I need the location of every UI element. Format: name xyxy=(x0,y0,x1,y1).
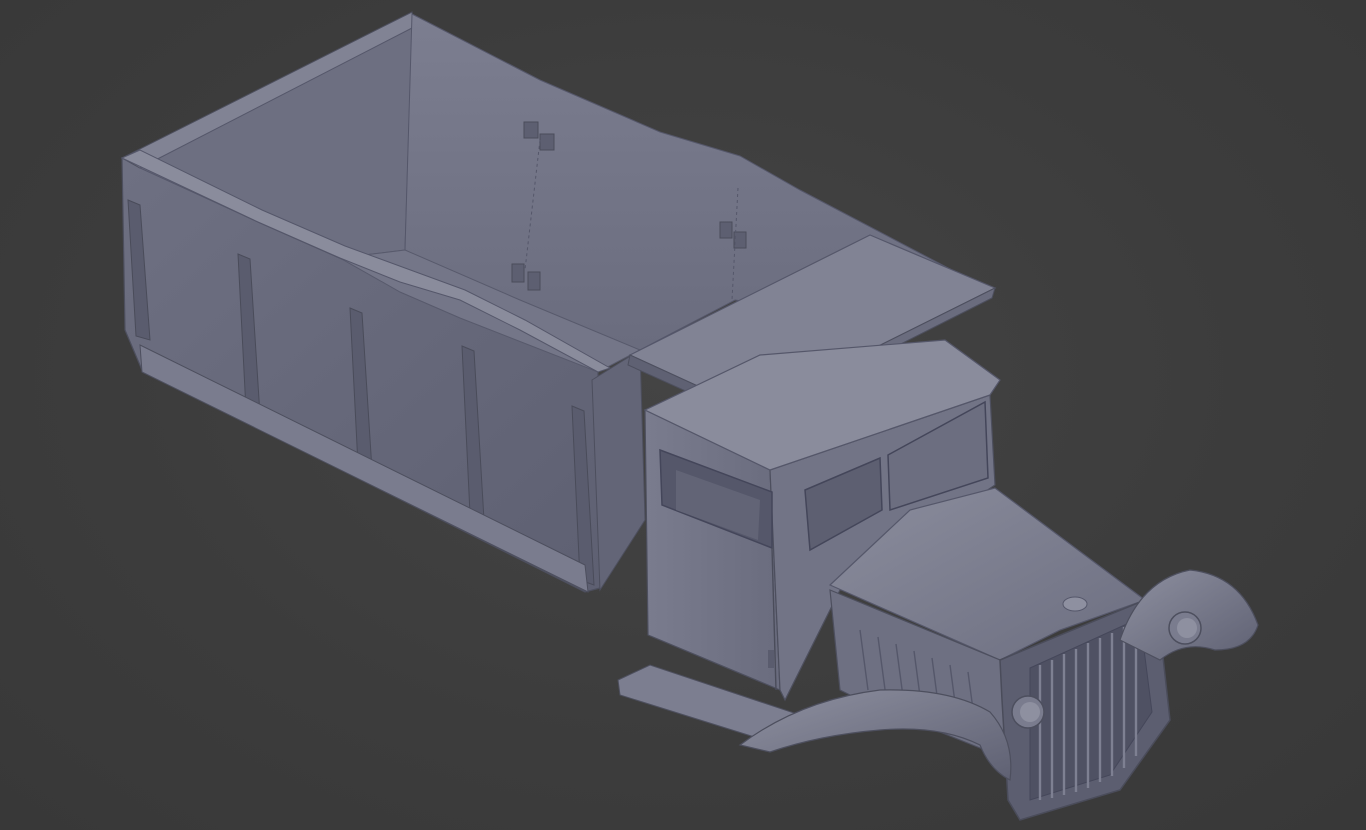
bed-front-wall-edge xyxy=(591,349,646,592)
door-handle xyxy=(768,650,774,668)
left-front-fender xyxy=(738,689,1012,781)
radiator-cap xyxy=(1062,596,1088,612)
3d-viewport[interactable] xyxy=(0,0,1366,830)
truck-model-render xyxy=(120,11,1259,821)
